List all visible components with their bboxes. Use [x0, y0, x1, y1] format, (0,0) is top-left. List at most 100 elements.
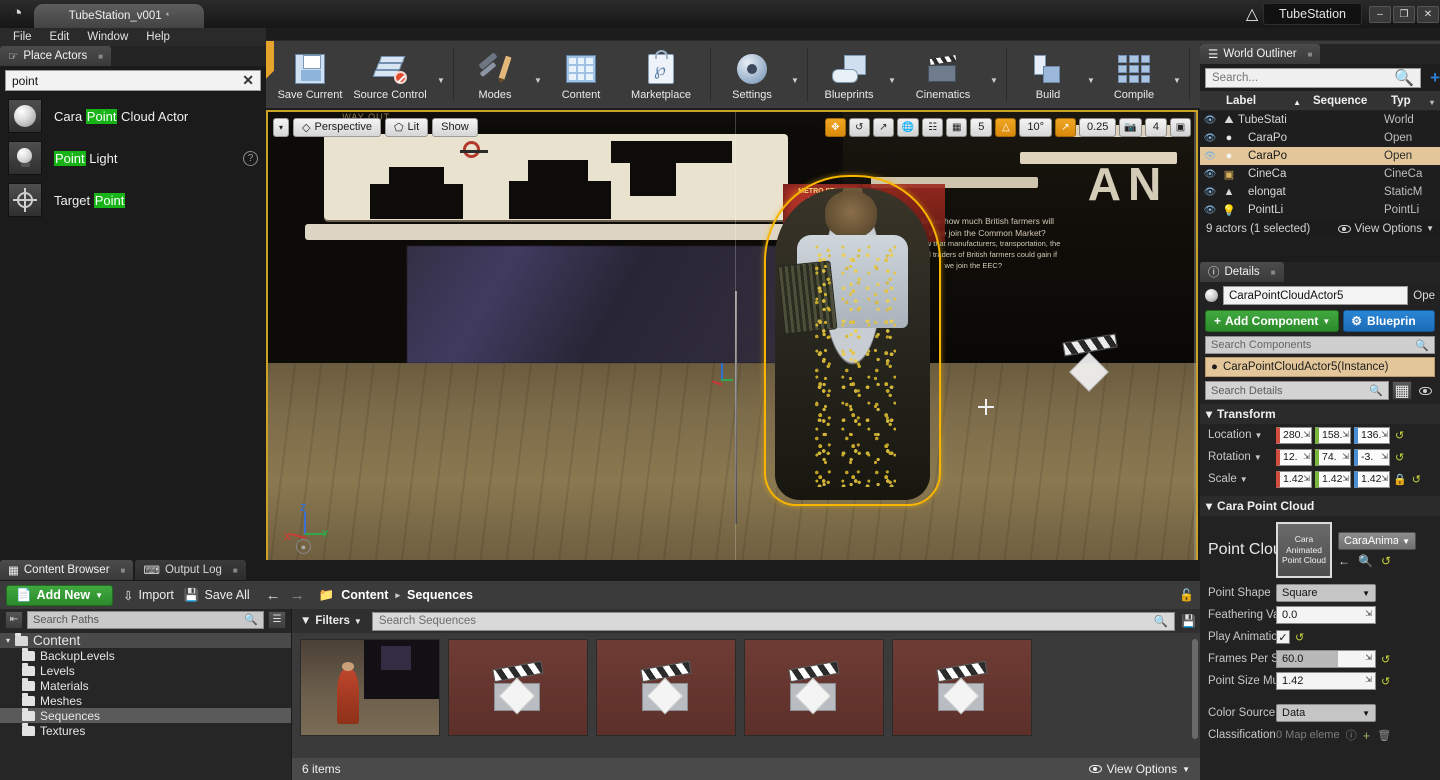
chevron-down-icon[interactable]: ▼ [1170, 41, 1184, 108]
viewport-lighting-button[interactable]: ⬠ Lit [385, 118, 428, 137]
search-assets-input[interactable]: Search Sequences 🔍 [372, 612, 1175, 631]
clear-search-icon[interactable]: ✕ [242, 72, 254, 89]
close-icon[interactable]: ■ [121, 566, 126, 575]
blueprint-edit-button[interactable]: ⚙ Blueprin [1343, 310, 1435, 332]
asset-grid-scrollbar[interactable] [1192, 639, 1198, 739]
rotation-y-input[interactable]: 74.⇲ [1315, 449, 1351, 466]
tree-item-meshes[interactable]: Meshes [0, 693, 291, 708]
toolbar-modes[interactable]: Modes [459, 41, 531, 108]
component-instance-row[interactable]: ● CaraPointCloudActor5(Instance) [1205, 357, 1435, 377]
table-row[interactable]: 👁 ▣ CineCa CineCa [1200, 165, 1440, 183]
tab-content-browser[interactable]: ▦ Content Browser ■ [0, 560, 133, 580]
outliner-search[interactable]: 🔍 [1205, 68, 1421, 88]
point-size-input[interactable]: 1.42 ⇲ [1276, 672, 1376, 690]
toolbar-build[interactable]: Build [1012, 41, 1084, 108]
tree-item-sequences[interactable]: Sequences [0, 708, 291, 723]
table-row[interactable]: 👁 ● CaraPo Open [1200, 129, 1440, 147]
toolbar-settings[interactable]: Settings [716, 41, 788, 108]
rotation-x-input[interactable]: 12.⇲ [1276, 449, 1312, 466]
visibility-eye-icon[interactable]: 👁 [1200, 187, 1220, 198]
tab-output-log[interactable]: ⌨ Output Log ■ [135, 560, 245, 580]
play-animation-checkbox[interactable]: ✓ [1276, 630, 1290, 644]
rotation-snap-toggle[interactable]: △ [995, 118, 1016, 137]
toolbar-blueprints[interactable]: Blueprints [813, 41, 885, 108]
search-components-input[interactable]: Search Components 🔍 [1205, 336, 1435, 354]
lock-icon[interactable]: 🔒 [1393, 473, 1407, 486]
lock-content-browser-icon[interactable]: 🔓 [1179, 588, 1194, 602]
place-actors-search[interactable]: ✕ [5, 70, 261, 91]
frames-per-second-slider[interactable]: 60.0 ⇲ [1276, 650, 1376, 668]
scale-snap-toggle[interactable]: ↗ [1055, 118, 1076, 137]
place-actors-search-input[interactable] [12, 74, 242, 88]
tree-item-backuplevels[interactable]: BackupLevels [0, 648, 291, 663]
visibility-eye-icon[interactable]: 👁 [1200, 169, 1220, 180]
chevron-down-icon[interactable]: ▼ [1254, 453, 1262, 462]
chevron-down-icon[interactable]: ▼ [531, 41, 545, 108]
translate-mode-button[interactable]: ✥ [825, 118, 846, 137]
grid-snap-toggle[interactable]: ▦ [946, 118, 967, 137]
scale-snap-value[interactable]: 0.25 [1079, 118, 1116, 137]
chevron-down-icon[interactable]: ▼ [885, 41, 899, 108]
add-component-button[interactable]: + Add Component ▼ [1205, 310, 1339, 332]
transform-gizmo[interactable] [713, 363, 731, 391]
rotation-z-input[interactable]: -3.⇲ [1354, 449, 1390, 466]
toolbar-save-current[interactable]: Save Current [274, 41, 346, 108]
menu-help[interactable]: Help [137, 28, 179, 46]
collapse-tree-icon[interactable]: ⇤ [5, 611, 23, 629]
table-row[interactable]: 👁 ▲ elongat StaticM [1200, 183, 1440, 201]
rotation-snap-value[interactable]: 10° [1019, 118, 1052, 137]
chevron-down-icon[interactable]: ▾ [1430, 98, 1434, 107]
use-selected-asset-icon[interactable]: ← [1338, 554, 1350, 568]
actor-name-input[interactable]: CaraPointCloudActor5 [1223, 286, 1408, 305]
add-new-button[interactable]: 📄 Add New ▼ [6, 585, 113, 606]
point-cloud-thumbnail[interactable]: Cara Animated Point Cloud [1276, 522, 1332, 578]
section-cara-point-cloud[interactable]: ▾ Cara Point Cloud [1200, 496, 1440, 516]
tree-item-materials[interactable]: Materials [0, 678, 291, 693]
help-icon[interactable]: ⓘ [1346, 727, 1357, 743]
reset-point-size-button[interactable]: ↺ [1381, 675, 1390, 688]
chevron-down-icon[interactable]: ▼ [987, 41, 1001, 108]
visibility-eye-icon[interactable]: 👁 [1200, 133, 1220, 144]
import-button[interactable]: ⇩ Import [123, 588, 174, 603]
level-tab[interactable]: TubeStation_v001 * [34, 4, 204, 28]
toolbar-compile[interactable]: Compile [1098, 41, 1170, 108]
close-button[interactable]: ✕ [1417, 6, 1439, 23]
search-details-input[interactable]: Search Details 🔍 [1205, 381, 1389, 400]
forward-button[interactable]: → [290, 587, 305, 604]
chevron-down-icon[interactable]: ▼ [1240, 475, 1248, 484]
toolbar-content[interactable]: Content [545, 41, 617, 108]
filters-button[interactable]: ▼ Filters ▼ [296, 615, 366, 627]
asset-tile-sequence[interactable] [596, 639, 736, 736]
asset-tile-thumbnail[interactable] [300, 639, 440, 736]
details-grid-view-button[interactable]: ▦ [1392, 381, 1412, 400]
reset-play-animation-button[interactable]: ↺ [1295, 631, 1304, 644]
table-row[interactable]: 👁 💡 PointLi PointLi [1200, 201, 1440, 219]
asset-tile-sequence[interactable] [744, 639, 884, 736]
chevron-down-icon[interactable]: ▼ [1084, 41, 1098, 108]
asset-tile-sequence[interactable] [892, 639, 1032, 736]
location-x-input[interactable]: 280.⇲ [1276, 427, 1312, 444]
toolbar-marketplace[interactable]: Marketplace [617, 41, 705, 108]
expander-icon[interactable]: ▾ [6, 636, 10, 645]
sources-view-options-icon[interactable]: ☰ [268, 611, 286, 629]
point-shape-select[interactable]: Square ▼ [1276, 584, 1376, 602]
location-y-input[interactable]: 158.⇲ [1315, 427, 1351, 444]
save-all-button[interactable]: 💾 Save All [184, 588, 250, 603]
world-space-button[interactable]: 🌐 [897, 118, 919, 137]
surface-snap-button[interactable]: ☷ [922, 118, 943, 137]
help-icon[interactable]: ? [243, 151, 258, 166]
visibility-eye-icon[interactable]: 👁 [1200, 205, 1220, 216]
back-button[interactable]: ← [266, 587, 281, 604]
chevron-down-icon[interactable]: ▼ [1254, 431, 1262, 440]
grid-snap-value[interactable]: 5 [970, 118, 992, 137]
toolbar-cinematics[interactable]: Cinematics [899, 41, 987, 108]
column-sequence[interactable]: Sequence [1313, 95, 1391, 107]
details-view-options-icon[interactable] [1415, 381, 1435, 400]
list-item-point-light[interactable]: Point Light ? [0, 137, 266, 179]
level-sequence-actor-icon[interactable] [1057, 336, 1129, 394]
close-icon[interactable]: ■ [1271, 268, 1276, 277]
delete-icon[interactable]: 🗑 [1377, 729, 1391, 742]
maximize-viewport-button[interactable]: ▣ [1170, 118, 1191, 137]
scale-z-input[interactable]: 1.42⇲ [1354, 471, 1390, 488]
section-transform[interactable]: ▾ Transform [1200, 404, 1440, 424]
